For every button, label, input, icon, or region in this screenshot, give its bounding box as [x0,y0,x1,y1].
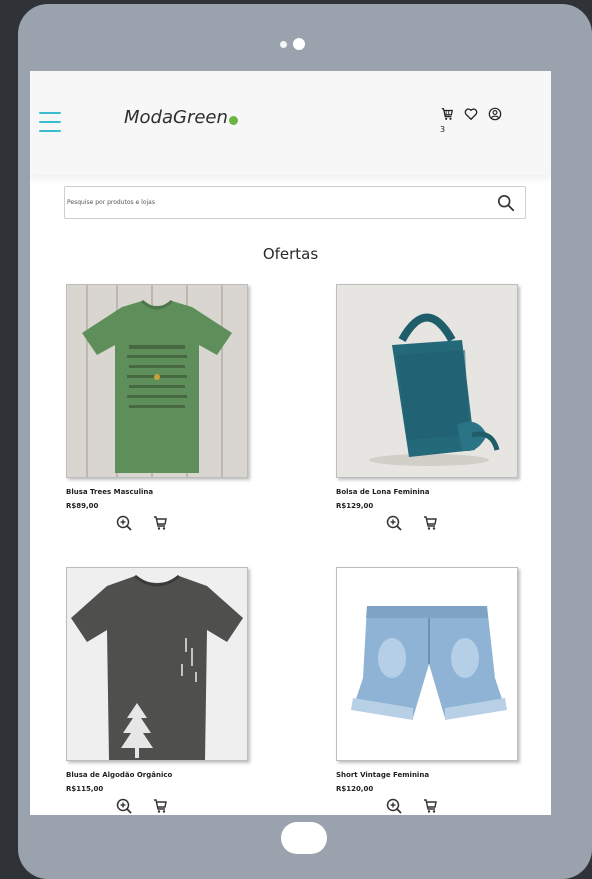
product-image-teal-tote-bag[interactable] [336,284,518,478]
product-name[interactable]: Short Vintage Feminina [336,771,526,779]
brand-logo[interactable]: ModaGreen [124,107,238,128]
product-actions [386,798,526,814]
zoom-in-icon[interactable] [116,798,132,814]
product-actions [116,515,256,531]
add-to-cart-icon[interactable] [152,798,168,814]
logo-text: ModaGreen [124,107,228,128]
product-price: R$120,00 [336,785,374,793]
product-image-gray-tshirt[interactable] [66,567,248,761]
zoom-in-icon[interactable] [116,515,132,531]
product-card: Short Vintage Feminina R$120,00 [336,567,526,814]
product-image-green-tshirt[interactable] [66,284,248,478]
user-icon[interactable] [488,107,502,121]
app-screen: ModaGreen 3 Pesquise por produtos e loja… [30,71,551,815]
camera-lens [293,38,305,50]
product-card: Blusa de Algodão Orgânico R$115,00 [66,567,256,814]
product-price: R$89,00 [66,502,99,510]
product-image-denim-shorts[interactable] [336,567,518,761]
tablet-frame: ModaGreen 3 Pesquise por produtos e loja… [18,4,592,879]
section-title: Ofertas [262,245,319,263]
search-bar [64,186,526,219]
product-name[interactable]: Bolsa de Lona Feminina [336,488,526,496]
search-icon[interactable] [497,194,515,212]
zoom-in-icon[interactable] [386,515,402,531]
add-to-cart-icon[interactable] [422,798,438,814]
product-card: Blusa Trees Masculina R$89,00 [66,284,256,531]
product-price: R$115,00 [66,785,104,793]
header-actions: 3 [440,107,502,134]
home-button[interactable] [281,822,327,854]
cart-button[interactable]: 3 [440,107,454,134]
product-name[interactable]: Blusa de Algodão Orgânico [66,771,256,779]
search-input[interactable] [65,187,489,218]
zoom-in-icon[interactable] [386,798,402,814]
product-price: R$129,00 [336,502,374,510]
cart-count-badge: 3 [440,125,446,134]
logo-leaf-icon [228,116,238,125]
product-name[interactable]: Blusa Trees Masculina [66,488,256,496]
heart-icon[interactable] [464,107,478,121]
hamburger-menu-icon[interactable] [39,112,61,132]
tablet-camera [280,38,305,50]
cart-icon [441,108,453,120]
app-header: ModaGreen 3 [30,71,551,175]
add-to-cart-icon[interactable] [152,515,168,531]
camera-sensor [280,40,287,48]
add-to-cart-icon[interactable] [422,515,438,531]
product-actions [116,798,256,814]
product-card: Bolsa de Lona Feminina R$129,00 [336,284,526,531]
product-actions [386,515,526,531]
